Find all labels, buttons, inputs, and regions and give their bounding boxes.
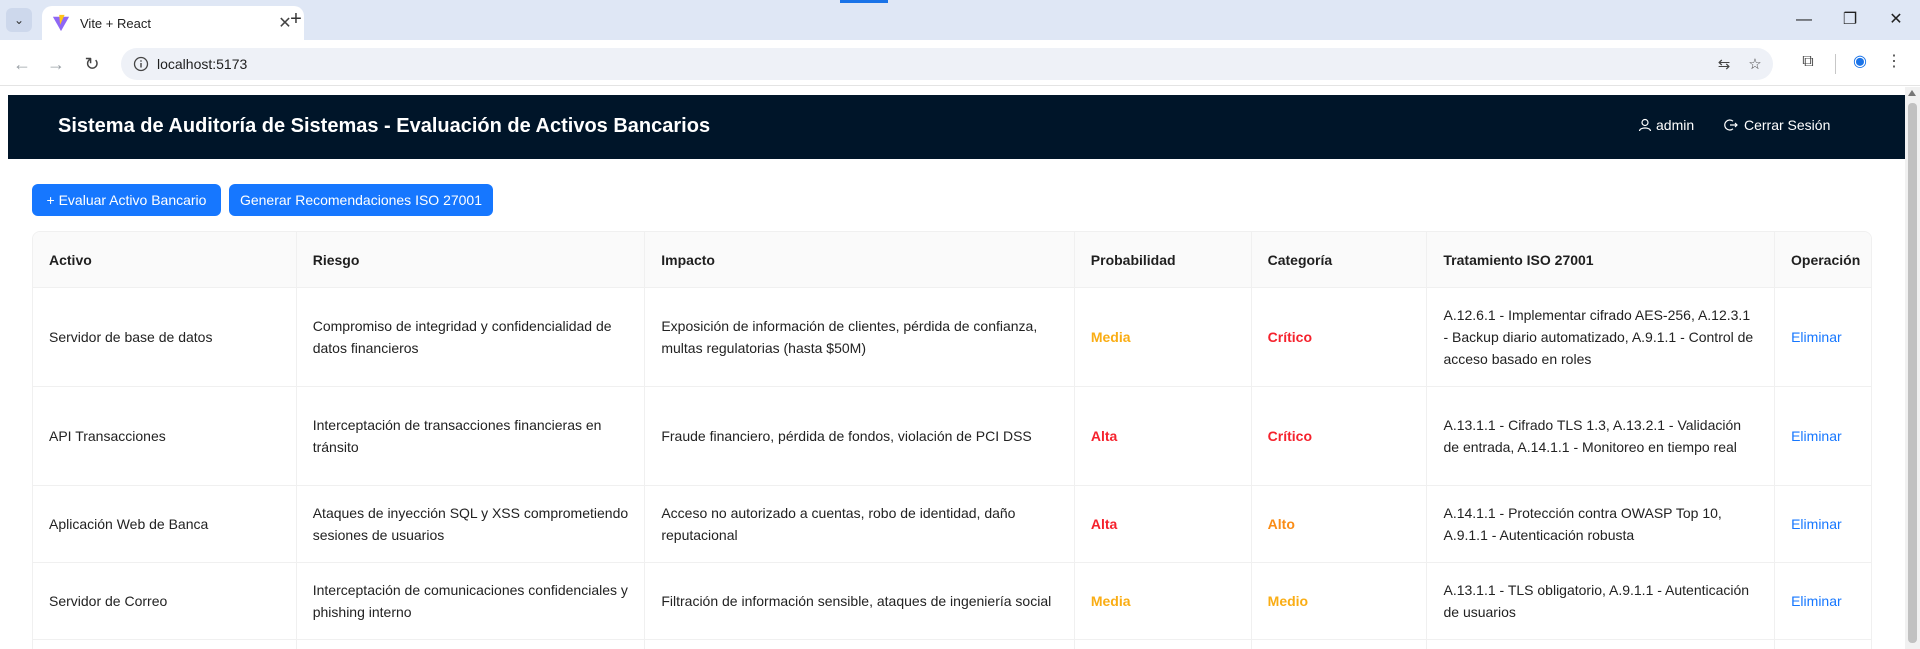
- logout-icon: [1724, 119, 1738, 131]
- column-header-riesgo[interactable]: Riesgo: [297, 232, 646, 287]
- browser-toolbar: ← → ↻ localhost:5173 ⇆ ☆ ⧉ ◉ ⋮: [0, 40, 1920, 86]
- table-row: Servidor de base de datos Compromiso de …: [33, 288, 1871, 387]
- cell-probabilidad: Alta: [1090, 516, 1118, 532]
- scroll-up-icon[interactable]: [1908, 90, 1916, 96]
- forward-icon[interactable]: →: [44, 52, 68, 76]
- cell-activo: Aplicación Web de Banca: [33, 486, 297, 562]
- tab-strip-indicator: [840, 0, 888, 3]
- page-scrollbar[interactable]: [1905, 87, 1920, 649]
- table-row: Servidor de Correo Interceptación de com…: [33, 563, 1871, 640]
- address-bar[interactable]: localhost:5173 ⇆ ☆: [121, 48, 1773, 80]
- column-header-categoria[interactable]: Categoría: [1252, 232, 1428, 287]
- cell-tratamiento: A.12.6.1 - Implementar cifrado AES-256, …: [1427, 288, 1776, 386]
- cell-empty: [1427, 640, 1776, 649]
- table-row: [33, 640, 1871, 649]
- generate-recommendations-button[interactable]: Generar Recomendaciones ISO 27001: [229, 184, 493, 216]
- user-icon: [1638, 118, 1652, 132]
- cell-riesgo: Compromiso de integridad y confidenciali…: [297, 288, 646, 386]
- browser-tab[interactable]: Vite + React ✕: [42, 6, 304, 40]
- column-header-tratamiento[interactable]: Tratamiento ISO 27001: [1427, 232, 1775, 287]
- logout-label: Cerrar Sesión: [1744, 117, 1831, 133]
- table-row: API Transacciones Interceptación de tran…: [33, 387, 1871, 486]
- cell-impacto: Acceso no autorizado a cuentas, robo de …: [645, 486, 1075, 562]
- translate-icon[interactable]: ⇆: [1715, 55, 1733, 73]
- cell-empty: [1075, 640, 1252, 649]
- cell-probabilidad: Alta: [1090, 428, 1118, 444]
- cell-impacto: Fraude financiero, pérdida de fondos, vi…: [645, 387, 1075, 485]
- bookmark-star-icon[interactable]: ☆: [1746, 55, 1764, 73]
- cell-categoria: Alto: [1267, 516, 1295, 532]
- cell-riesgo: Ataques de inyección SQL y XSS compromet…: [297, 486, 646, 562]
- url-text: localhost:5173: [157, 56, 248, 72]
- vite-logo-icon: [52, 14, 70, 32]
- reload-icon[interactable]: ↻: [80, 52, 104, 76]
- menu-icon[interactable]: ⋮: [1882, 50, 1906, 74]
- cell-empty: [33, 640, 297, 649]
- assets-table: Activo Riesgo Impacto Probabilidad Categ…: [32, 231, 1872, 649]
- cell-riesgo: Interceptación de transacciones financie…: [297, 387, 646, 485]
- extensions-icon[interactable]: ⧉: [1796, 50, 1820, 74]
- toolbar-divider: [1835, 54, 1836, 74]
- cell-categoria: Crítico: [1267, 329, 1312, 345]
- cell-tratamiento: A.13.1.1 - Cifrado TLS 1.3, A.13.2.1 - V…: [1427, 387, 1776, 485]
- cell-tratamiento: A.14.1.1 - Protección contra OWASP Top 1…: [1427, 486, 1776, 562]
- logout-button[interactable]: Cerrar Sesión: [1724, 117, 1830, 133]
- cell-activo: API Transacciones: [33, 387, 297, 485]
- column-header-operacion[interactable]: Operación: [1775, 232, 1871, 287]
- cell-empty: [297, 640, 646, 649]
- close-window-button[interactable]: ✕: [1876, 8, 1916, 32]
- cell-probabilidad: Media: [1090, 593, 1131, 609]
- cell-activo: Servidor de base de datos: [33, 288, 297, 386]
- new-tab-button[interactable]: +: [282, 8, 310, 32]
- evaluate-asset-button[interactable]: + Evaluar Activo Bancario: [32, 184, 221, 216]
- delete-link[interactable]: Eliminar: [1791, 513, 1842, 535]
- page-title: Sistema de Auditoría de Sistemas - Evalu…: [58, 115, 711, 137]
- page-content: Sistema de Auditoría de Sistemas - Evalu…: [0, 87, 1905, 649]
- table-row: Aplicación Web de Banca Ataques de inyec…: [33, 486, 1871, 563]
- back-icon[interactable]: ←: [10, 52, 34, 76]
- cell-empty: [1252, 640, 1428, 649]
- cell-empty: [645, 640, 1075, 649]
- table-header-row: Activo Riesgo Impacto Probabilidad Categ…: [33, 232, 1871, 288]
- cell-empty: [1775, 640, 1871, 649]
- tab-search-icon[interactable]: ⌄: [6, 8, 32, 32]
- cell-riesgo: Interceptación de comunicaciones confide…: [297, 563, 646, 639]
- cell-categoria: Medio: [1267, 593, 1309, 609]
- cell-tratamiento: A.13.1.1 - TLS obligatorio, A.9.1.1 - Au…: [1427, 563, 1776, 639]
- site-info-icon[interactable]: [133, 56, 149, 72]
- column-header-activo[interactable]: Activo: [33, 232, 297, 287]
- user-name: admin: [1656, 117, 1695, 133]
- scroll-thumb[interactable]: [1908, 103, 1917, 643]
- app-header: Sistema de Auditoría de Sistemas - Evalu…: [8, 95, 1905, 159]
- cell-impacto: Exposición de información de clientes, p…: [645, 288, 1075, 386]
- browser-tab-bar: ⌄ Vite + React ✕ + — ❐ ✕: [0, 0, 1920, 40]
- column-header-impacto[interactable]: Impacto: [645, 232, 1075, 287]
- column-header-probabilidad[interactable]: Probabilidad: [1075, 232, 1252, 287]
- delete-link[interactable]: Eliminar: [1791, 425, 1842, 447]
- restore-button[interactable]: ❐: [1830, 8, 1870, 32]
- cell-probabilidad: Media: [1090, 329, 1131, 345]
- minimize-button[interactable]: —: [1784, 8, 1824, 32]
- tab-title: Vite + React: [80, 15, 151, 31]
- user-menu[interactable]: admin: [1638, 117, 1694, 133]
- cell-impacto: Filtración de información sensible, ataq…: [645, 563, 1075, 639]
- cell-activo: Servidor de Correo: [33, 563, 297, 639]
- delete-link[interactable]: Eliminar: [1791, 590, 1842, 612]
- profile-icon[interactable]: ◉: [1848, 50, 1872, 74]
- delete-link[interactable]: Eliminar: [1791, 326, 1842, 348]
- cell-categoria: Crítico: [1267, 428, 1312, 444]
